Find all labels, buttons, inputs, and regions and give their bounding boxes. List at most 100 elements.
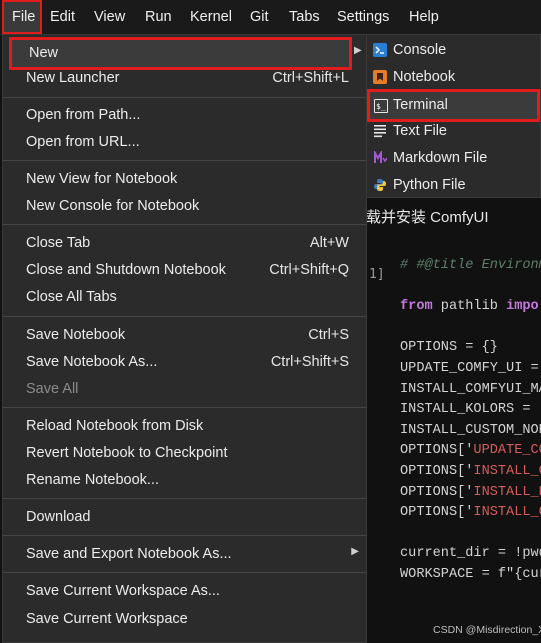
code-token: INSTALL_C <box>473 505 541 521</box>
menu-file[interactable]: File <box>2 0 42 34</box>
code-token: # #@title Environme <box>400 258 541 273</box>
menu-item-new-launcher[interactable]: New Launcher Ctrl+Shift+L <box>3 65 366 92</box>
code-token: OPTIONS[' <box>400 443 474 459</box>
menu-item-revert[interactable]: Revert Notebook to Checkpoint <box>3 440 366 467</box>
menu-item-new-console[interactable]: New Console for Notebook <box>3 193 366 220</box>
menu-item-download[interactable]: Download <box>3 504 366 531</box>
menu-item-label: Save Current Workspace As... <box>26 583 220 599</box>
menu-item-label: Open from Path... <box>26 107 141 123</box>
menu-item-close-shutdown[interactable]: Close and Shutdown Notebook Ctrl+Shift+Q <box>3 257 366 284</box>
console-icon <box>373 43 387 57</box>
submenu-item-label: Text File <box>393 123 447 139</box>
menu-kernel[interactable]: Kernel <box>182 0 240 34</box>
code-line: OPTIONS['INSTALL_C <box>400 503 541 524</box>
code-token: INSTALL_K <box>473 484 541 500</box>
code-line: INSTALL_COMFYUI_MA <box>400 380 541 401</box>
submenu-arrow-icon: ▶ <box>354 45 362 56</box>
menu-item-save-workspace-as[interactable]: Save Current Workspace As... <box>3 578 366 605</box>
code-token: INSTALL_C <box>473 463 541 479</box>
code-line: OPTIONS['UPDATE_CO <box>400 441 541 462</box>
menu-item-label: Close and Shutdown Notebook <box>26 262 226 278</box>
menu-help[interactable]: Help <box>401 0 447 34</box>
menu-item-label: New Launcher <box>26 70 120 86</box>
file-menu: New New Launcher Ctrl+Shift+L Open from … <box>2 34 367 643</box>
menu-item-label: Rename Notebook... <box>26 472 159 488</box>
menu-git[interactable]: Git <box>242 0 277 34</box>
code-token: UPDATE_COMFY_UI = <box>400 360 541 376</box>
markdown-heading: 载并安装 ComfyUI <box>366 209 489 226</box>
code-line: INSTALL_KOLORS = ' <box>400 400 541 421</box>
shortcut-label: Ctrl+Shift+L <box>272 70 349 86</box>
code-token: from <box>400 299 433 315</box>
code-token: pathlib <box>432 299 507 315</box>
code-line: from pathlib impo <box>400 297 541 318</box>
menu-item-label: Save All <box>26 381 79 397</box>
menu-item-label: Close Tab <box>26 235 91 251</box>
menu-edit[interactable]: Edit <box>42 0 83 34</box>
menu-item-save-notebook[interactable]: Save Notebook Ctrl+S <box>3 322 366 349</box>
submenu-item-label: Terminal <box>393 97 448 113</box>
code-token: OPTIONS[' <box>400 484 474 500</box>
code-line: current_dir = !pwd <box>400 544 541 565</box>
submenu-item-notebook[interactable]: Notebook <box>367 64 541 91</box>
menu-item-label: Download <box>26 509 91 525</box>
submenu-item-label: Python File <box>393 177 466 193</box>
menu-item-save-export[interactable]: Save and Export Notebook As... ▶ <box>3 541 366 568</box>
code-token: current_dir = !pwd <box>400 546 541 562</box>
submenu-item-label: Console <box>393 42 447 58</box>
code-token: INSTALL_CUSTOM_NOD <box>400 422 541 438</box>
menu-item-rename[interactable]: Rename Notebook... <box>3 467 366 494</box>
terminal-icon: $_ <box>374 99 388 113</box>
shortcut-label: Ctrl+S <box>308 327 349 343</box>
menu-item-label: Reload Notebook from Disk <box>26 418 204 434</box>
submenu-item-python-file[interactable]: Python File <box>367 172 541 199</box>
shortcut-label: Ctrl+Shift+S <box>270 354 349 370</box>
menu-view[interactable]: View <box>86 0 133 34</box>
menu-item-save-workspace[interactable]: Save Current Workspace <box>3 606 366 633</box>
menu-item-label: Save Notebook As... <box>26 354 158 370</box>
code-token: OPTIONS[' <box>400 505 474 521</box>
code-line: UPDATE_COMFY_UI = <box>400 359 541 380</box>
menu-item-open-from-url[interactable]: Open from URL... <box>3 129 366 156</box>
new-submenu: Console Notebook $_ Terminal Text File M… <box>366 34 541 198</box>
submenu-item-console[interactable]: Console <box>367 37 541 64</box>
menu-item-label: Save Current Workspace <box>26 611 188 627</box>
menu-item-label: New Console for Notebook <box>26 198 200 214</box>
menu-item-label: New <box>29 45 59 61</box>
menu-item-save-as[interactable]: Save Notebook As... Ctrl+Shift+S <box>3 349 366 376</box>
menubar: File Edit View Run Kernel Git Tabs Setti… <box>0 0 541 35</box>
submenu-item-text-file[interactable]: Text File <box>367 118 541 145</box>
menu-item-label: Close All Tabs <box>26 289 117 305</box>
code-token: WORKSPACE = f"{cur <box>400 566 541 582</box>
code-line: OPTIONS['INSTALL_K <box>400 483 541 504</box>
menu-item-save-all: Save All <box>3 376 366 403</box>
menu-run[interactable]: Run <box>137 0 180 34</box>
menu-settings[interactable]: Settings <box>329 0 397 34</box>
menu-item-open-from-path[interactable]: Open from Path... <box>3 102 366 129</box>
python-icon <box>374 179 386 191</box>
menu-item-new-view[interactable]: New View for Notebook <box>3 166 366 193</box>
code-token: INSTALL_COMFYUI_MA <box>400 381 541 397</box>
code-token: OPTIONS = {} <box>400 340 498 356</box>
menu-item-label: Save Notebook <box>26 327 126 343</box>
svg-text:$_: $_ <box>376 102 386 111</box>
code-line: OPTIONS['INSTALL_C <box>400 462 541 483</box>
submenu-item-label: Notebook <box>393 69 456 85</box>
menu-tabs[interactable]: Tabs <box>281 0 328 34</box>
menu-item-reload[interactable]: Reload Notebook from Disk <box>3 413 366 440</box>
code-line: INSTALL_CUSTOM_NOD <box>400 421 541 442</box>
menu-item-close-all[interactable]: Close All Tabs <box>3 284 366 311</box>
submenu-item-markdown-file[interactable]: Markdown File <box>367 145 541 172</box>
menu-separator <box>3 224 366 225</box>
watermark: CSDN @Misdirection_XG <box>433 624 541 636</box>
code-line: WORKSPACE = f"{cur <box>400 565 541 586</box>
code-cell[interactable]: # #@title Environme from pathlib impo OP… <box>400 256 541 586</box>
menu-item-close-tab[interactable]: Close Tab Alt+W <box>3 230 366 257</box>
cell-prompt: 1] <box>369 267 385 282</box>
menu-separator <box>3 572 366 573</box>
menu-separator <box>3 407 366 408</box>
menu-item-label: New View for Notebook <box>26 171 178 187</box>
menu-item-label: Open from URL... <box>26 134 140 150</box>
code-line: OPTIONS = {} <box>400 338 541 359</box>
